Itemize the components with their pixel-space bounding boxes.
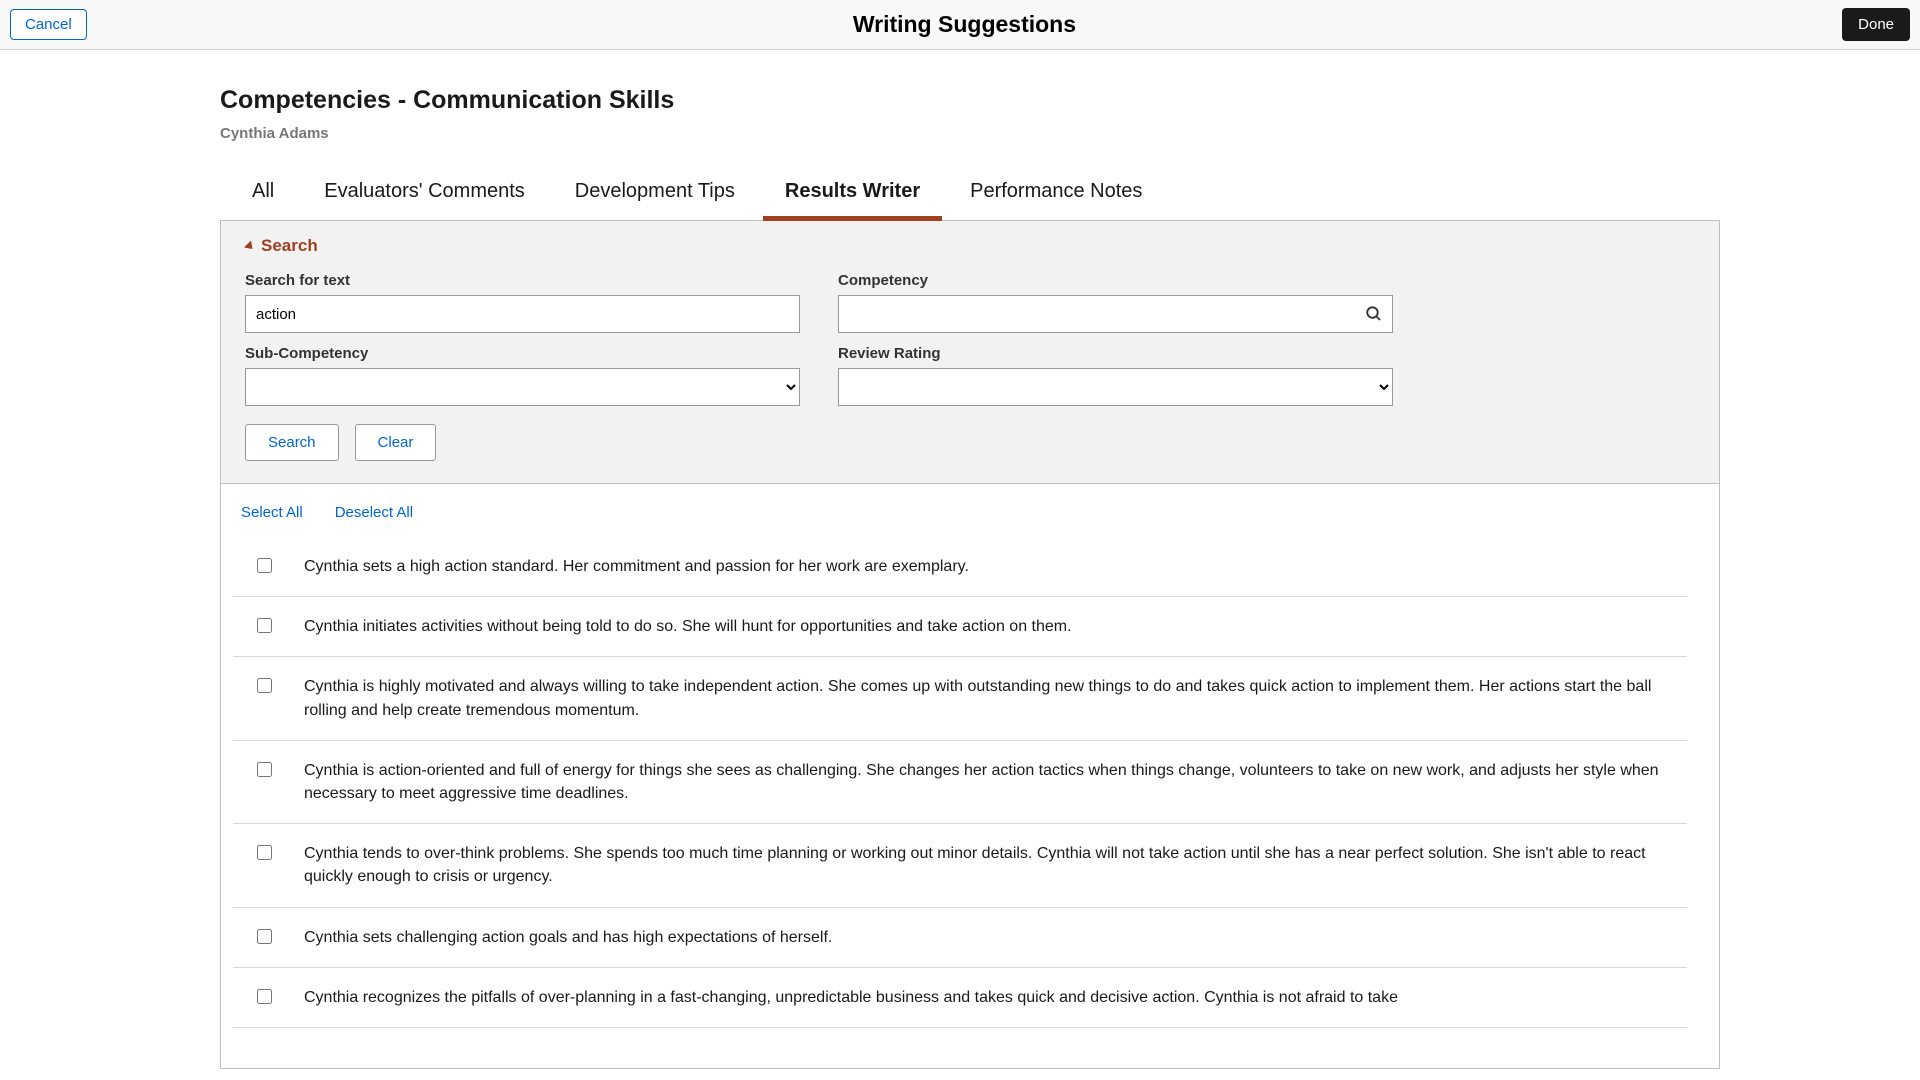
search-text-input[interactable]	[245, 295, 800, 333]
search-icon[interactable]	[1365, 305, 1383, 323]
result-text: Cynthia sets a high action standard. Her…	[304, 555, 969, 578]
deselect-all-link[interactable]: Deselect All	[335, 504, 413, 521]
result-checkbox[interactable]	[257, 678, 272, 693]
result-item: Cynthia is highly motivated and always w…	[233, 657, 1687, 740]
result-text: Cynthia initiates activities without bei…	[304, 615, 1072, 638]
competency-input[interactable]	[838, 295, 1393, 333]
result-text: Cynthia tends to over-think problems. Sh…	[304, 842, 1687, 888]
search-button[interactable]: Search	[245, 424, 339, 461]
section-title: Competencies - Communication Skills	[220, 86, 1720, 115]
tab-evaluators-comments[interactable]: Evaluators' Comments	[324, 180, 525, 219]
page-title-header: Writing Suggestions	[853, 11, 1076, 38]
form-column-right: Competency Review Rating	[838, 272, 1393, 406]
search-form: Search for text Sub-Competency Competenc…	[245, 272, 1695, 406]
result-checkbox[interactable]	[257, 558, 272, 573]
search-header-label: Search	[261, 236, 318, 256]
result-item: Cynthia recognizes the pitfalls of over-…	[233, 968, 1687, 1028]
review-rating-select[interactable]	[838, 368, 1393, 406]
review-rating-group: Review Rating	[838, 345, 1393, 406]
form-column-left: Search for text Sub-Competency	[245, 272, 800, 406]
select-links: Select All Deselect All	[233, 504, 1687, 521]
chevron-down-icon	[244, 240, 256, 252]
results-list: Cynthia sets a high action standard. Her…	[233, 537, 1687, 1028]
sub-competency-group: Sub-Competency	[245, 345, 800, 406]
search-collapse-toggle[interactable]: Search	[245, 236, 1695, 256]
competency-input-wrapper	[838, 295, 1393, 333]
tab-results-writer[interactable]: Results Writer	[785, 180, 920, 219]
cancel-button[interactable]: Cancel	[10, 9, 87, 40]
result-checkbox[interactable]	[257, 762, 272, 777]
result-text: Cynthia sets challenging action goals an…	[304, 926, 832, 949]
competency-label: Competency	[838, 272, 1393, 289]
result-item: Cynthia tends to over-think problems. Sh…	[233, 824, 1687, 907]
done-button[interactable]: Done	[1842, 8, 1910, 41]
search-text-label: Search for text	[245, 272, 800, 289]
sub-competency-label: Sub-Competency	[245, 345, 800, 362]
competency-group: Competency	[838, 272, 1393, 333]
tab-list: All Evaluators' Comments Development Tip…	[220, 180, 1720, 220]
header-bar: Cancel Writing Suggestions Done	[0, 0, 1920, 50]
result-item: Cynthia initiates activities without bei…	[233, 597, 1687, 657]
sub-competency-select[interactable]	[245, 368, 800, 406]
result-text: Cynthia recognizes the pitfalls of over-…	[304, 986, 1398, 1009]
clear-button[interactable]: Clear	[355, 424, 437, 461]
tab-all[interactable]: All	[252, 180, 274, 219]
search-panel: Search Search for text Sub-Competency	[220, 220, 1720, 484]
employee-name: Cynthia Adams	[220, 125, 1720, 142]
content-scroll-area[interactable]: Competencies - Communication Skills Cynt…	[0, 50, 1920, 1080]
result-item: Cynthia sets challenging action goals an…	[233, 908, 1687, 968]
search-text-group: Search for text	[245, 272, 800, 333]
result-text: Cynthia is action-oriented and full of e…	[304, 759, 1687, 805]
results-panel: Select All Deselect All Cynthia sets a h…	[220, 484, 1720, 1069]
result-item: Cynthia sets a high action standard. Her…	[233, 537, 1687, 597]
result-item: Cynthia is action-oriented and full of e…	[233, 741, 1687, 824]
result-checkbox[interactable]	[257, 618, 272, 633]
select-all-link[interactable]: Select All	[241, 504, 303, 521]
tab-performance-notes[interactable]: Performance Notes	[970, 180, 1142, 219]
tab-development-tips[interactable]: Development Tips	[575, 180, 735, 219]
result-text: Cynthia is highly motivated and always w…	[304, 675, 1687, 721]
result-checkbox[interactable]	[257, 989, 272, 1004]
search-action-buttons: Search Clear	[245, 424, 1695, 461]
result-checkbox[interactable]	[257, 929, 272, 944]
review-rating-label: Review Rating	[838, 345, 1393, 362]
result-checkbox[interactable]	[257, 845, 272, 860]
